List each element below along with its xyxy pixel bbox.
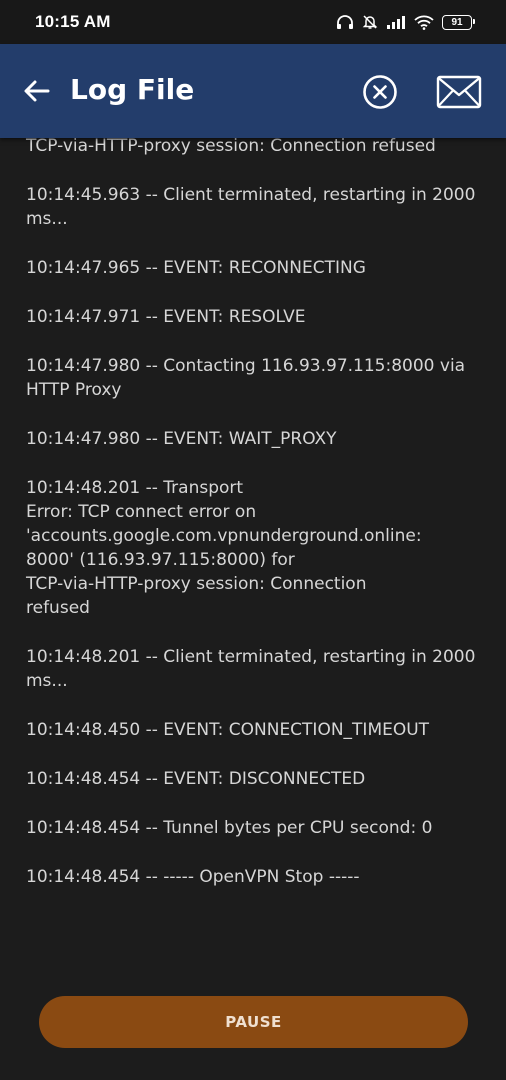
app-bar: Log File [0,44,506,138]
screen: 10:15 AM 91 Log File TCP-via-HTTP-proxy … [0,0,506,1080]
log-entry: 10:14:47.971 -- EVENT: RESOLVE [26,307,306,327]
log-area[interactable]: TCP-via-HTTP-proxy session: Connection r… [0,138,506,980]
log-entry: 10:14:48.201 -- Client terminated, resta… [26,647,481,691]
wifi-icon [414,15,434,30]
log-entry: 10:14:48.450 -- EVENT: CONNECTION_TIMEOU… [26,720,430,740]
log-entry: 10:14:48.454 -- EVENT: DISCONNECTED [26,769,366,789]
status-icons: 91 [336,14,475,30]
signal-icon [387,16,405,29]
log-list: TCP-via-HTTP-proxy session: Connection r… [26,138,486,914]
log-entry: 10:14:47.980 -- Contacting 116.93.97.115… [26,356,471,400]
battery-level: 91 [451,16,463,28]
log-entry: 10:14:47.965 -- EVENT: RECONNECTING [26,258,366,278]
back-arrow-icon[interactable] [22,76,52,106]
log-entry: 10:14:47.980 -- EVENT: WAIT_PROXY [26,429,337,449]
pause-button[interactable]: PAUSE [39,996,468,1048]
battery-icon: 91 [442,14,475,30]
log-entry: 10:14:48.454 -- ----- OpenVPN Stop ----- [26,867,360,887]
log-entry: 10:14:45.963 -- Client terminated, resta… [26,185,481,229]
status-time: 10:15 AM [35,12,111,31]
clear-circle-x-icon[interactable] [362,74,398,110]
mail-envelope-icon[interactable] [436,74,482,110]
log-entry: 10:14:48.454 -- Tunnel bytes per CPU sec… [26,818,433,838]
bell-muted-icon [362,15,378,29]
headphones-icon [337,15,353,29]
page-title: Log File [70,73,195,106]
log-entry: 10:14:48.201 -- Transport Error: TCP con… [26,478,422,618]
status-bar: 10:15 AM 91 [0,0,506,44]
log-entry: TCP-via-HTTP-proxy session: Connection r… [26,138,436,156]
